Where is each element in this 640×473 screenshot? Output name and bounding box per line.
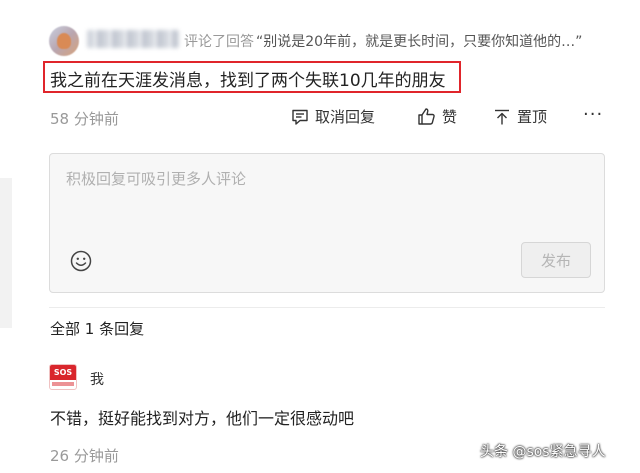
like-label: 赞 [442,108,458,126]
left-edge-strip [0,178,12,328]
section-divider [49,307,605,308]
watermark: 头条 @sos紧急寻人 [480,444,606,460]
thumbs-up-icon [418,108,435,125]
comment-text: 我之前在天涯发消息，找到了两个失联10几年的朋友 [50,71,446,91]
reply-count[interactable]: 全部 1 条回复 [50,318,144,339]
comment-icon [292,109,308,125]
pin-label: 置顶 [517,108,548,126]
sos-logo-text: SOS [50,365,76,380]
quoted-answer[interactable]: “别说是20年前，就是更长时间，只要你知道他的…” [256,31,582,51]
reply-text: 不错，挺好能找到对方，他们一定很感动吧 [50,409,355,428]
sos-logo[interactable]: SOS [49,364,77,390]
like-button[interactable]: 赞 [417,106,457,127]
emoji-icon[interactable] [69,249,93,273]
commenter-avatar[interactable] [49,26,79,56]
commenter-name-blurred [87,30,179,48]
comment-timestamp: 58 分钟前 [50,110,119,128]
reply-box: 发布 [49,153,605,293]
cancel-reply-button[interactable]: 取消回复 [291,106,375,127]
pin-button[interactable]: 置顶 [493,106,547,127]
reply-author[interactable]: 我 [90,369,104,389]
pin-top-icon [495,109,509,124]
reply-input[interactable] [64,166,588,240]
sos-logo-stripe [52,382,74,386]
cancel-reply-label: 取消回复 [315,108,376,126]
reply-action-text: 评论了回答 [184,34,254,50]
avatar-face [57,33,71,49]
more-icon[interactable]: ··· [583,104,603,125]
reply-timestamp: 26 分钟前 [50,447,119,465]
publish-button[interactable]: 发布 [521,242,591,278]
